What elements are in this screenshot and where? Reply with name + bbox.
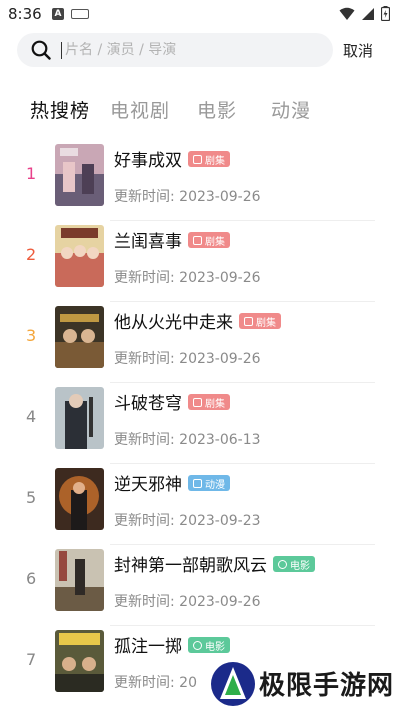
update-time: 更新时间: 2023-09-26 [114,594,261,610]
type-badge: 剧集 [188,232,230,248]
film-reel-icon [193,640,202,650]
item-title-text: 兰闺喜事 [114,232,182,252]
rank-number: 1 [26,164,37,183]
status-bar: 8:36 A [0,0,400,30]
battery-icon [381,6,390,21]
update-time: 更新时间: 2023-09-26 [114,189,261,205]
rank-number: 6 [26,569,37,588]
tab-movies[interactable]: 电影 [197,96,237,123]
type-badge: 剧集 [188,394,230,410]
watermark-text: 极限手游网 [259,671,395,701]
status-icons [339,6,390,21]
list-item[interactable]: 3 他从火光中走来 剧集 更新时间: 2023-09-26 [0,302,400,383]
anime-icon [193,478,202,488]
tv-icon [193,397,202,407]
film-reel-icon [278,559,287,569]
search-icon [31,40,51,60]
tv-icon [244,316,253,326]
poster-image [55,468,104,530]
watermark: 极限手游网 [205,655,400,710]
item-title-text: 好事成双 [114,151,182,171]
update-time: 更新时间: 20 [114,675,197,691]
type-badge: 剧集 [188,151,230,167]
badge-label: 电影 [290,560,310,572]
item-title: 他从火光中走来 剧集 [114,308,281,333]
type-badge: 动漫 [188,475,230,491]
badge-label: 剧集 [256,317,276,329]
list-item[interactable]: 2 兰闺喜事 剧集 更新时间: 2023-09-26 [0,221,400,302]
tv-icon [193,154,202,164]
poster-image [55,387,104,449]
item-title-text: 孤注一掷 [114,637,182,657]
item-title: 好事成双 剧集 [114,146,230,171]
poster-image [55,144,104,206]
type-badge: 剧集 [239,313,281,329]
keyboard-icon [71,9,89,19]
rank-number: 2 [26,245,37,264]
rank-number: 5 [26,488,37,507]
watermark-logo-icon [211,662,255,706]
type-badge: 电影 [273,556,315,572]
update-time: 更新时间: 2023-06-13 [114,432,261,448]
search-box[interactable] [17,33,333,67]
item-title: 斗破苍穹 剧集 [114,389,230,414]
item-title-text: 他从火光中走来 [114,313,233,333]
item-title-text: 斗破苍穹 [114,394,182,414]
item-title-text: 封神第一部朝歌风云 [114,556,267,576]
badge-label: 电影 [205,641,225,653]
item-title-text: 逆天邪神 [114,475,182,495]
tv-icon [193,235,202,245]
badge-label: 剧集 [205,236,225,248]
badge-label: 动漫 [205,479,225,491]
list-item[interactable]: 4 斗破苍穹 剧集 更新时间: 2023-06-13 [0,383,400,464]
item-title: 孤注一掷 电影 [114,632,230,657]
update-time: 更新时间: 2023-09-23 [114,513,261,529]
tab-anime[interactable]: 动漫 [271,96,311,123]
item-title: 兰闺喜事 剧集 [114,227,230,252]
poster-image [55,225,104,287]
list-item[interactable]: 5 逆天邪神 动漫 更新时间: 2023-09-23 [0,464,400,545]
badge-label: 剧集 [205,155,225,167]
update-time: 更新时间: 2023-09-26 [114,351,261,367]
type-badge: 电影 [188,637,230,653]
tab-hot-search[interactable]: 热搜榜 [30,96,90,123]
notification-icon: A [52,8,64,20]
list-item[interactable]: 6 封神第一部朝歌风云 电影 更新时间: 2023-09-26 [0,545,400,626]
search-input[interactable] [61,42,325,59]
rank-number: 3 [26,326,37,345]
poster-image [55,306,104,368]
badge-label: 剧集 [205,398,225,410]
poster-image [55,630,104,692]
wifi-icon [339,7,355,20]
category-tabs: 热搜榜 电视剧 电影 动漫 [0,96,400,124]
cancel-button[interactable]: 取消 [343,40,373,61]
item-title: 封神第一部朝歌风云 电影 [114,551,315,576]
signal-icon [362,7,374,20]
search-row: 取消 [0,30,400,70]
status-time: 8:36 [8,5,42,23]
poster-image [55,549,104,611]
list-item[interactable]: 1 好事成双 剧集 更新时间: 2023-09-26 [0,140,400,221]
rank-number: 7 [26,650,37,669]
update-time: 更新时间: 2023-09-26 [114,270,261,286]
tab-tv-series[interactable]: 电视剧 [110,96,170,123]
rank-number: 4 [26,407,37,426]
item-title: 逆天邪神 动漫 [114,470,230,495]
